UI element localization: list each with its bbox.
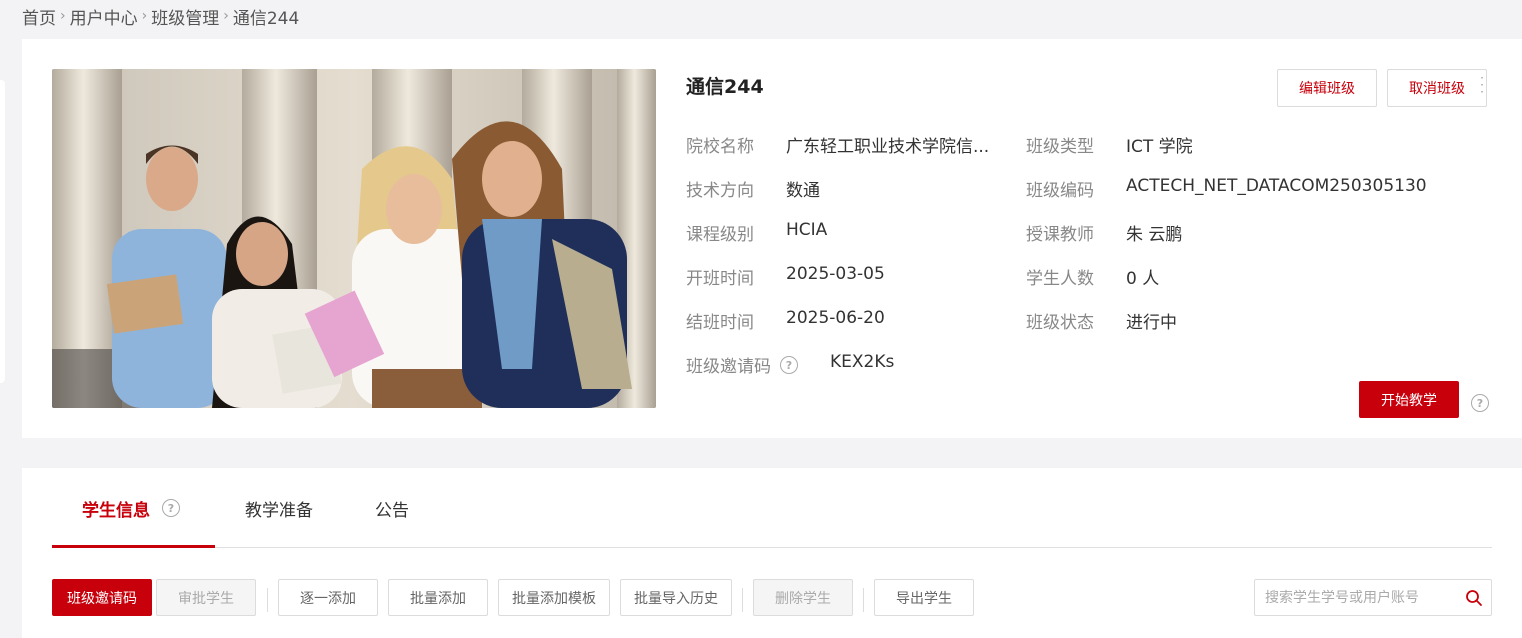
review-students-button[interactable]: 审批学生 xyxy=(156,579,256,616)
toolbar-divider xyxy=(863,588,864,612)
end-date-value: 2025-06-20 xyxy=(786,308,885,328)
class-code-label: 班级编码 xyxy=(1026,181,1094,201)
start-date-value: 2025-03-05 xyxy=(786,264,885,284)
class-status-value: 进行中 xyxy=(1126,313,1177,333)
tab-announcement[interactable]: 公告 xyxy=(375,468,409,548)
export-students-button[interactable]: 导出学生 xyxy=(874,579,974,616)
teacher-value: 朱 云鹏 xyxy=(1126,225,1183,245)
active-tab-indicator xyxy=(52,545,215,548)
invite-code-button[interactable]: 班级邀请码 xyxy=(52,579,152,616)
student-panel: 学生信息 ? 教学准备 公告 班级邀请码 审批学生 逐一添加 批量添加 批量添加… xyxy=(22,468,1522,638)
breadcrumb-user-center[interactable]: 用户中心 xyxy=(70,4,138,29)
chevron-right-icon: › xyxy=(141,8,148,24)
cancel-class-button[interactable]: 取消班级 xyxy=(1387,69,1487,107)
help-icon[interactable]: ? xyxy=(162,499,180,517)
breadcrumb-class-management[interactable]: 班级管理 xyxy=(151,4,219,29)
search-icon[interactable] xyxy=(1457,589,1491,607)
search-input[interactable] xyxy=(1255,580,1457,615)
breadcrumb-home[interactable]: 首页 xyxy=(22,4,56,29)
class-title: 通信244 xyxy=(686,76,764,98)
students-photo xyxy=(52,69,656,408)
end-date-label: 结班时间 xyxy=(686,313,754,333)
batch-template-button[interactable]: 批量添加模板 xyxy=(498,579,610,616)
school-label: 院校名称 xyxy=(686,137,754,157)
class-type-value: ICT 学院 xyxy=(1126,137,1193,157)
class-status-label: 班级状态 xyxy=(1026,313,1094,333)
batch-add-button[interactable]: 批量添加 xyxy=(388,579,488,616)
edit-class-button[interactable]: 编辑班级 xyxy=(1277,69,1377,107)
student-count-value: 0 人 xyxy=(1126,269,1160,289)
tech-direction-label: 技术方向 xyxy=(686,181,754,201)
school-value: 广东轻工职业技术学院信... xyxy=(786,137,990,157)
class-type-label: 班级类型 xyxy=(1026,137,1094,157)
side-panel-edge xyxy=(0,80,5,383)
tech-direction-value: 数通 xyxy=(786,181,820,201)
tab-student-info[interactable]: 学生信息 ? xyxy=(82,468,180,548)
toolbar-divider xyxy=(267,588,268,612)
more-options-icon[interactable]: · · · xyxy=(1478,72,1486,98)
delete-students-button[interactable]: 删除学生 xyxy=(753,579,853,616)
class-code-value: ACTECH_NET_DATACOM250305130 xyxy=(1126,176,1427,196)
start-date-label: 开班时间 xyxy=(686,269,754,289)
teacher-label: 授课教师 xyxy=(1026,225,1094,245)
chevron-right-icon: › xyxy=(223,8,229,24)
chevron-right-icon: › xyxy=(60,8,66,24)
import-history-button[interactable]: 批量导入历史 xyxy=(620,579,732,616)
course-level-label: 课程级别 xyxy=(686,225,754,245)
class-cover-image xyxy=(52,69,656,408)
toolbar-divider xyxy=(742,588,743,612)
help-icon[interactable]: ? xyxy=(1471,394,1489,412)
breadcrumb: 首页 › 用户中心 › 班级管理 › 通信244 xyxy=(22,4,300,29)
class-info-card: 通信244 编辑班级 取消班级 · · · 院校名称 广东轻工职业技术学院信... … xyxy=(22,39,1522,438)
help-icon[interactable]: ? xyxy=(780,356,798,374)
invite-code-value: KEX2Ks xyxy=(830,352,895,372)
add-one-button[interactable]: 逐一添加 xyxy=(278,579,378,616)
tab-teaching-prep[interactable]: 教学准备 xyxy=(245,468,313,548)
breadcrumb-current: 通信244 xyxy=(232,8,300,29)
course-level-value: HCIA xyxy=(786,220,828,240)
invite-code-label: 班级邀请码 xyxy=(686,357,771,377)
student-count-label: 学生人数 xyxy=(1026,269,1094,289)
start-teaching-button[interactable]: 开始教学 xyxy=(1359,381,1459,418)
student-search xyxy=(1254,579,1492,616)
tab-label: 学生信息 xyxy=(82,500,150,521)
tab-bar: 学生信息 ? 教学准备 公告 xyxy=(52,468,1492,548)
